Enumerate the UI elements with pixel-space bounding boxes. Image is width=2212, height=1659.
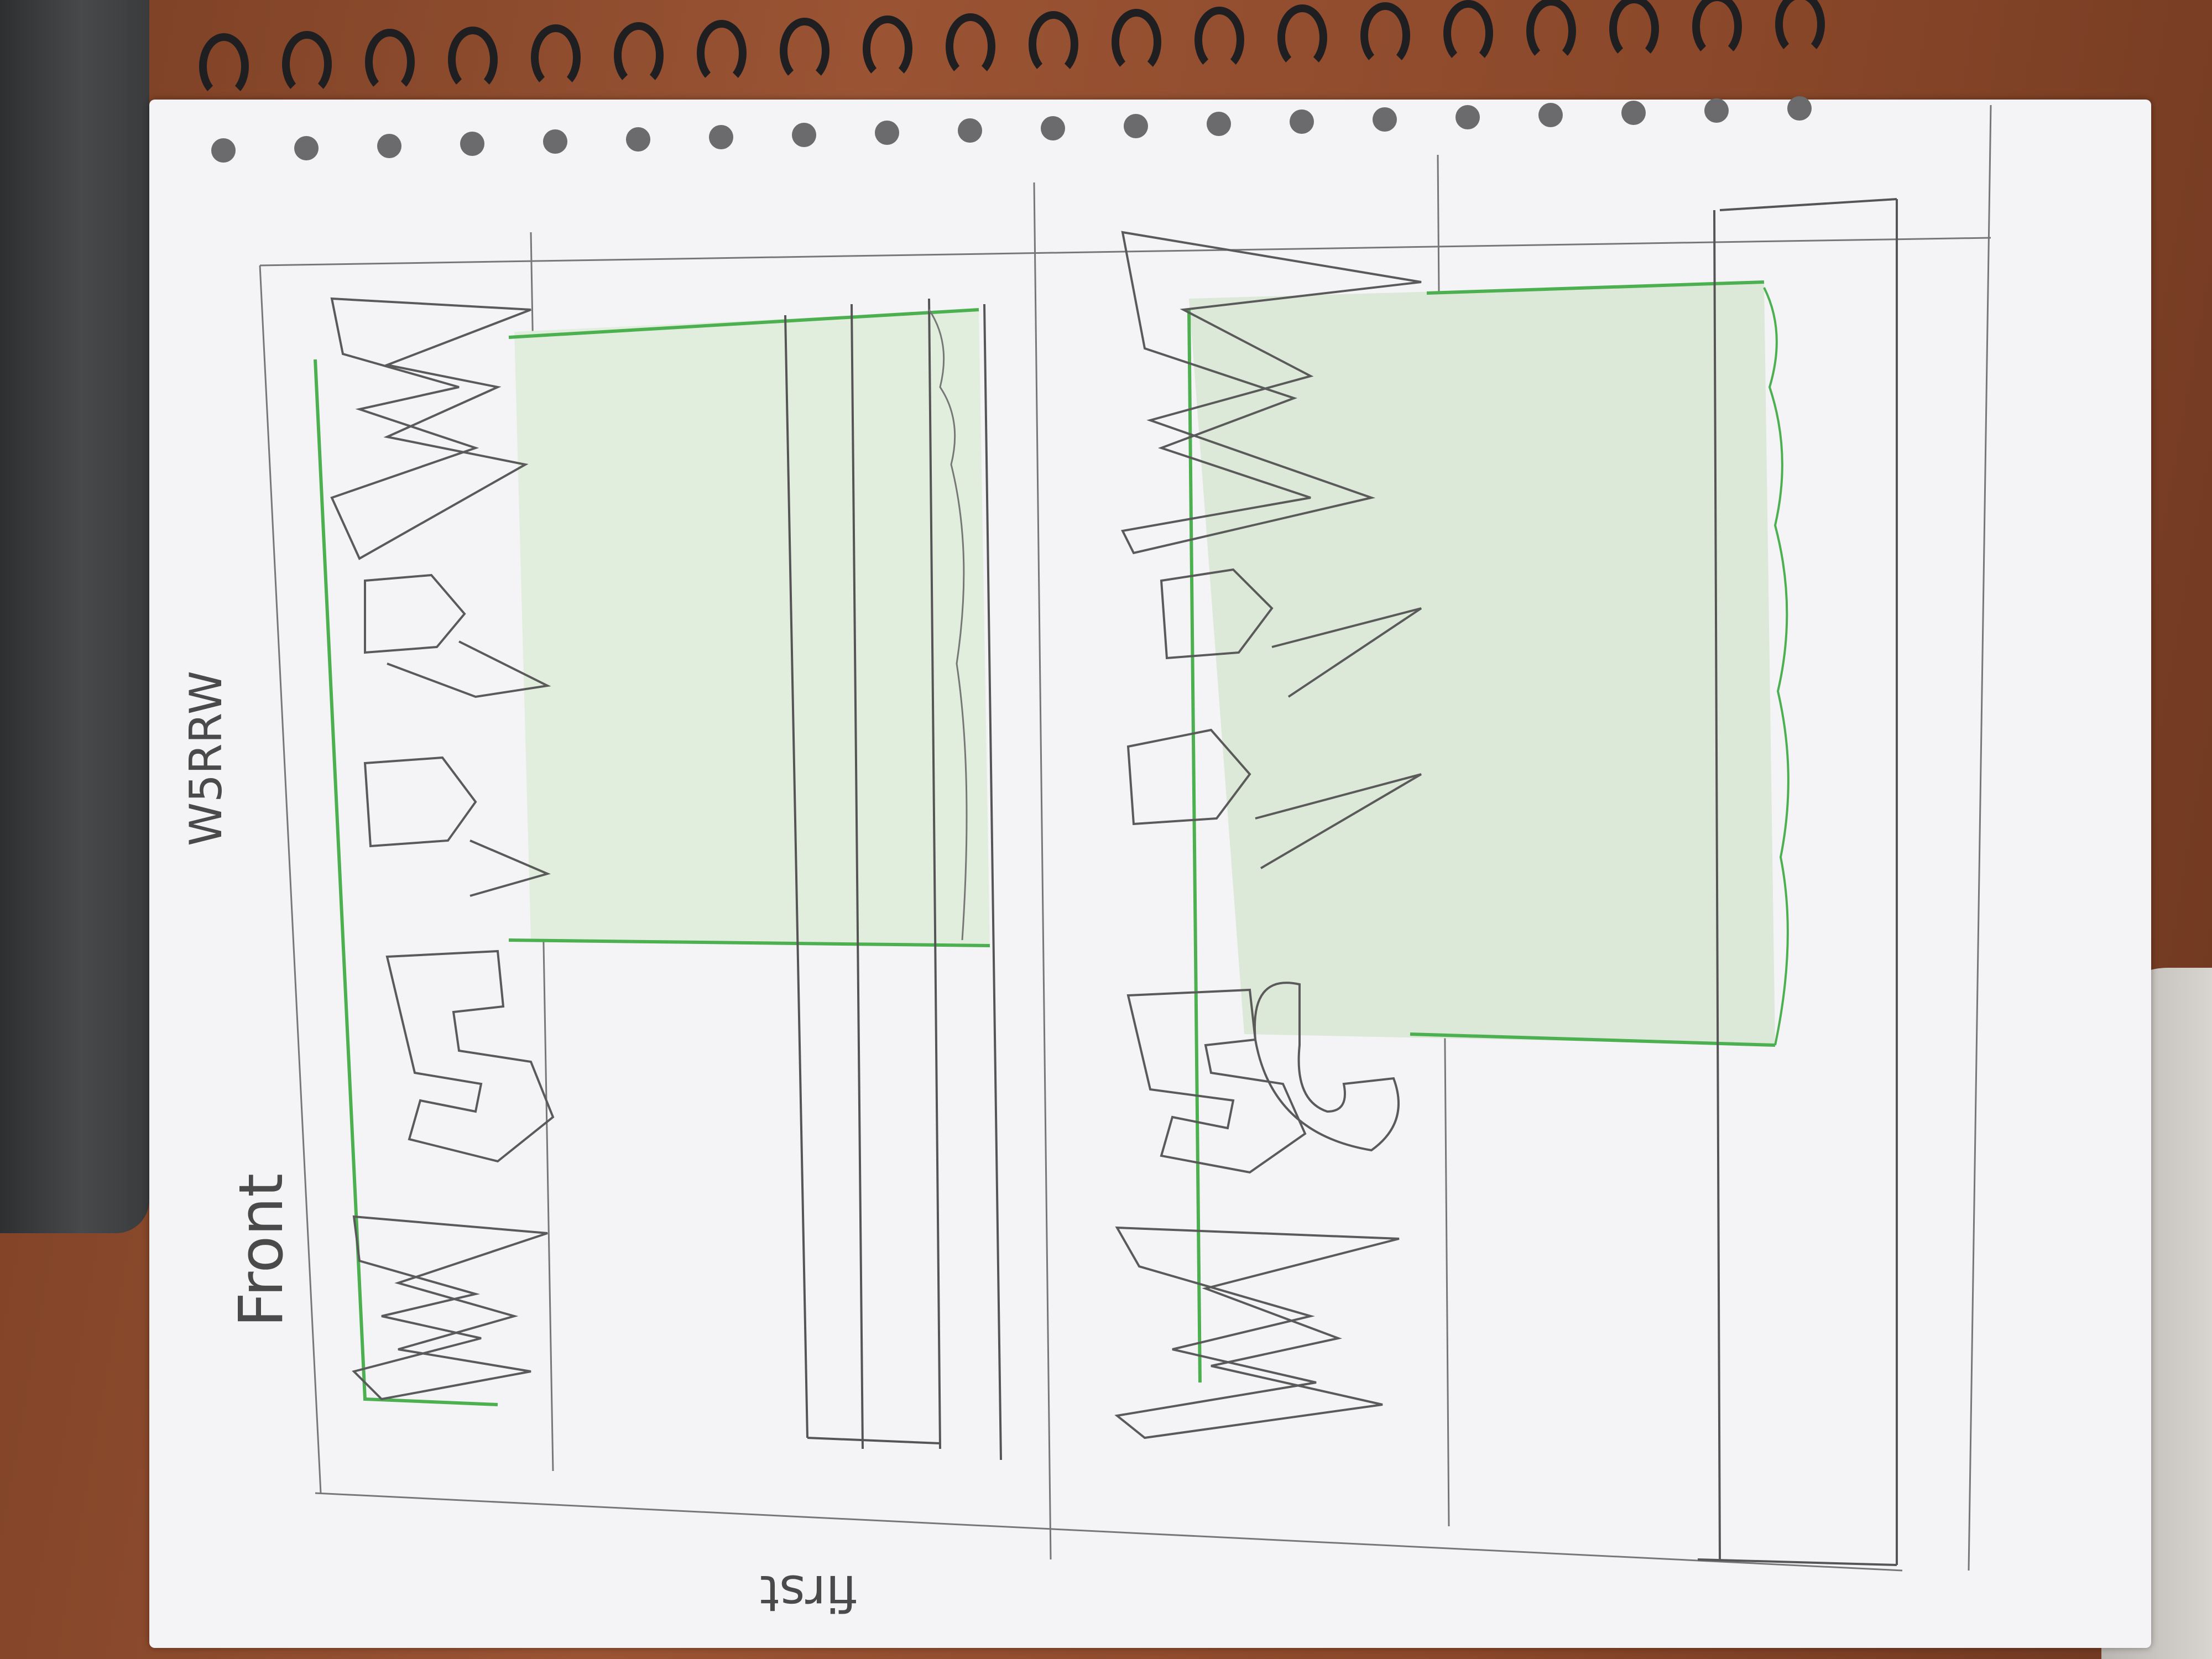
green-panel-bottom <box>1189 282 1775 1045</box>
label-first: first <box>760 1564 857 1622</box>
sign-top <box>314 297 1002 1460</box>
pencil-sketch: Front W5RRW first <box>180 105 1992 1622</box>
label-code: W5RRW <box>180 671 232 846</box>
label-front: Front <box>226 1173 296 1327</box>
sign-bottom <box>1114 198 1898 1566</box>
green-panel-top <box>514 310 990 946</box>
letters-top <box>330 297 555 1401</box>
photo-scene: Front W5RRW first <box>0 0 2212 1659</box>
